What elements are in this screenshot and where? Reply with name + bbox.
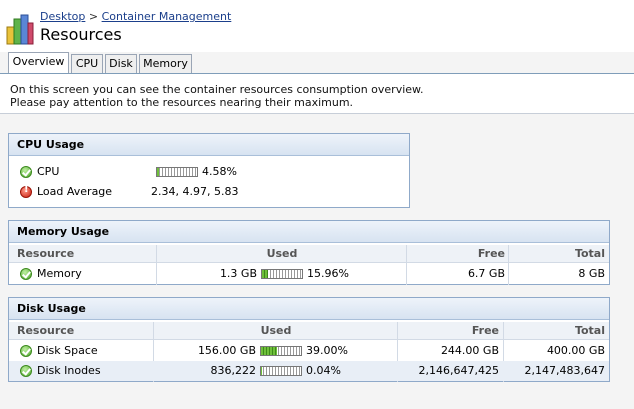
disk-space-label: Disk Space [37,344,98,357]
disk-space-free-value: 244.00 GB [440,344,499,357]
disk-space-used-value: 156.00 GB [197,344,256,357]
memory-col-total: Total [574,247,605,260]
disk-col-free: Free [471,324,499,337]
load-average-row: Load Average 2.34, 4.97, 5.83 [9,182,409,202]
disk-space-usage-bar [260,346,302,356]
disk-col-total: Total [574,324,605,337]
disk-usage-title: Disk Usage [9,298,609,320]
cpu-usage-title: CPU Usage [9,134,409,156]
ok-status-icon [20,365,32,377]
disk-inodes-label: Disk Inodes [37,364,101,377]
cpu-usage-panel: CPU Usage CPU 4.58% Load Average 2.34, 4… [8,133,410,208]
ok-status-icon [20,166,32,178]
info-line-1: On this screen you can see the container… [10,83,424,96]
disk-inodes-used-value: 836,222 [210,364,257,377]
resources-bar-chart-icon [6,14,34,45]
ok-status-icon [20,268,32,280]
memory-col-used: Used [266,247,298,260]
disk-inodes-usage-bar [260,366,302,376]
page-header: Desktop > Container Management Resources [0,0,634,52]
ok-status-icon [20,345,32,357]
tab-disk[interactable]: Disk [105,54,137,74]
breadcrumb-desktop-link[interactable]: Desktop [40,10,85,23]
breadcrumb-separator: > [88,10,99,23]
cpu-row: CPU 4.58% [9,162,409,182]
breadcrumb-container-management-link[interactable]: Container Management [102,10,232,23]
memory-used-percent: 15.96% [307,267,349,280]
memory-col-free: Free [477,247,505,260]
memory-total-value: 8 GB [578,267,605,280]
disk-inodes-used-percent: 0.04% [306,364,341,377]
cpu-label: CPU [37,165,60,178]
disk-table-header: Resource Used Free Total [9,322,609,340]
memory-free-value: 6.7 GB [467,267,505,280]
disk-col-used: Used [260,324,292,337]
disk-usage-panel: Disk Usage Resource Used Free Total Disk… [8,297,610,382]
memory-used-value: 1.3 GB [219,267,257,280]
tab-overview[interactable]: Overview [8,52,69,74]
disk-inodes-free-value: 2,146,647,425 [418,364,499,377]
disk-space-used-percent: 39.00% [306,344,348,357]
cpu-value: 4.58% [202,165,237,178]
load-average-value: 2.34, 4.97, 5.83 [151,185,239,198]
memory-usage-title: Memory Usage [9,221,609,243]
memory-label: Memory [37,267,82,280]
info-message: On this screen you can see the container… [0,74,634,114]
page-title: Resources [40,25,122,44]
disk-inodes-total-value: 2,147,483,647 [524,364,605,377]
disk-space-row: Disk Space 156.00 GB 39.00% 244.00 GB 40… [9,341,609,361]
error-status-icon [20,184,32,198]
info-line-2: Please pay attention to the resources ne… [10,96,354,109]
tab-cpu[interactable]: CPU [71,54,103,74]
disk-inodes-row: Disk Inodes 836,222 0.04% 2,146,647,425 … [9,361,609,381]
memory-col-resource: Resource [17,247,75,260]
disk-space-total-value: 400.00 GB [546,344,605,357]
cpu-usage-bar [156,167,198,177]
tab-memory[interactable]: Memory [139,54,192,74]
disk-col-resource: Resource [17,324,75,337]
memory-usage-bar [261,269,303,279]
memory-table-header: Resource Used Free Total [9,245,609,263]
breadcrumb: Desktop > Container Management [40,10,231,23]
memory-usage-panel: Memory Usage Resource Used Free Total Me… [8,220,610,285]
load-average-label: Load Average [37,185,113,198]
memory-row: Memory 1.3 GB 15.96% 6.7 GB 8 GB [9,264,609,284]
